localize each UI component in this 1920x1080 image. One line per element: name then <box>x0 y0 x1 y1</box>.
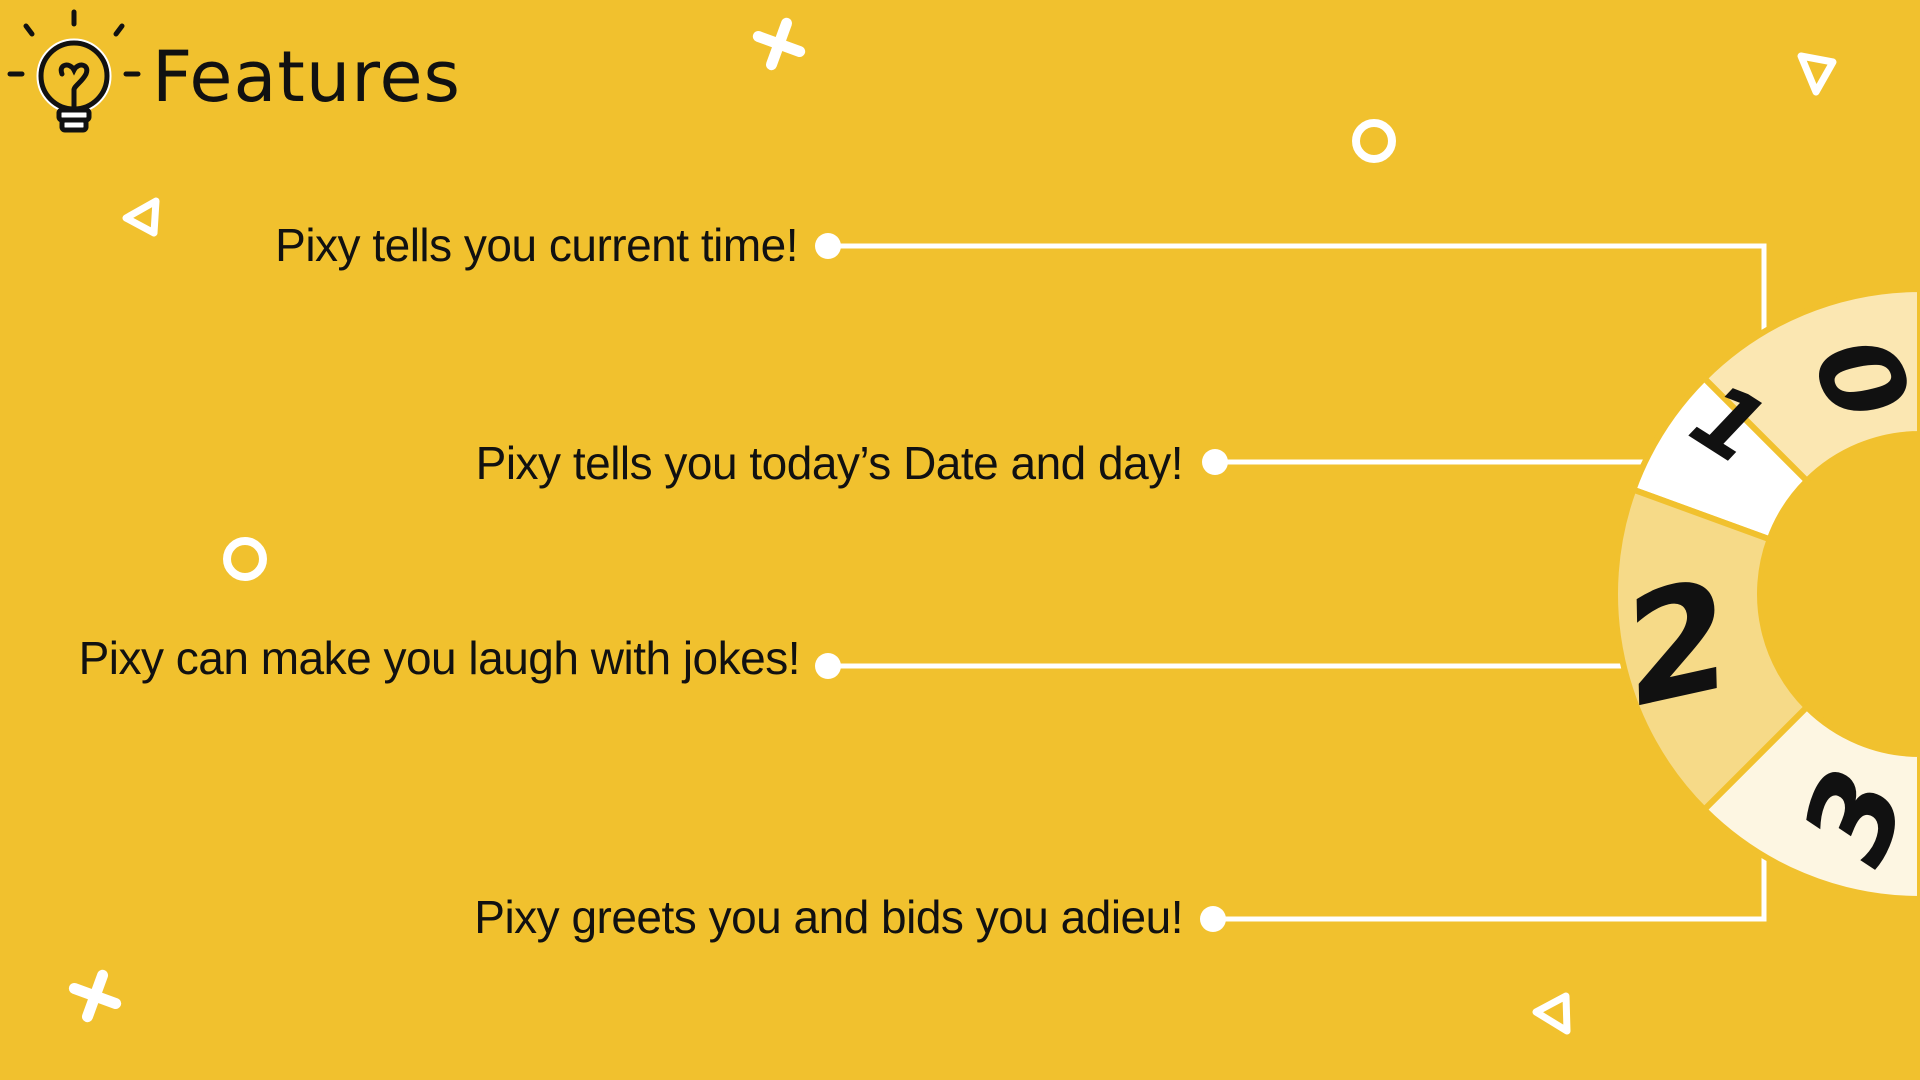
connector-dots <box>815 233 1228 932</box>
connector-line-0 <box>825 243 1767 333</box>
cross-icon <box>68 969 122 1023</box>
features-slide: 0123 Features Pixy tells you current tim… <box>0 0 1920 1080</box>
lightbulb-icon <box>7 9 141 133</box>
triangle-icon <box>122 197 160 237</box>
connector-dot-2 <box>815 653 841 679</box>
triangle-icon <box>1532 992 1571 1035</box>
feature-text-2: Pixy can make you laugh with jokes! <box>78 632 801 684</box>
circle-icon <box>1352 119 1396 163</box>
triangle-icon <box>1797 52 1837 96</box>
connector-dot-3 <box>1200 906 1226 932</box>
cross-icon <box>752 17 806 71</box>
numbered-ring: 0123 <box>1608 285 1920 903</box>
circle-icon <box>223 537 267 581</box>
connector-dot-1 <box>1202 449 1228 475</box>
connector-dot-0 <box>815 233 841 259</box>
feature-text-3: Pixy greets you and bids you adieu! <box>474 891 1183 943</box>
slide-title: Features <box>152 36 461 118</box>
feature-text-0: Pixy tells you current time! <box>275 219 798 271</box>
feature-text-1: Pixy tells you today’s Date and day! <box>475 437 1184 489</box>
connector-line-3 <box>1210 852 1767 922</box>
